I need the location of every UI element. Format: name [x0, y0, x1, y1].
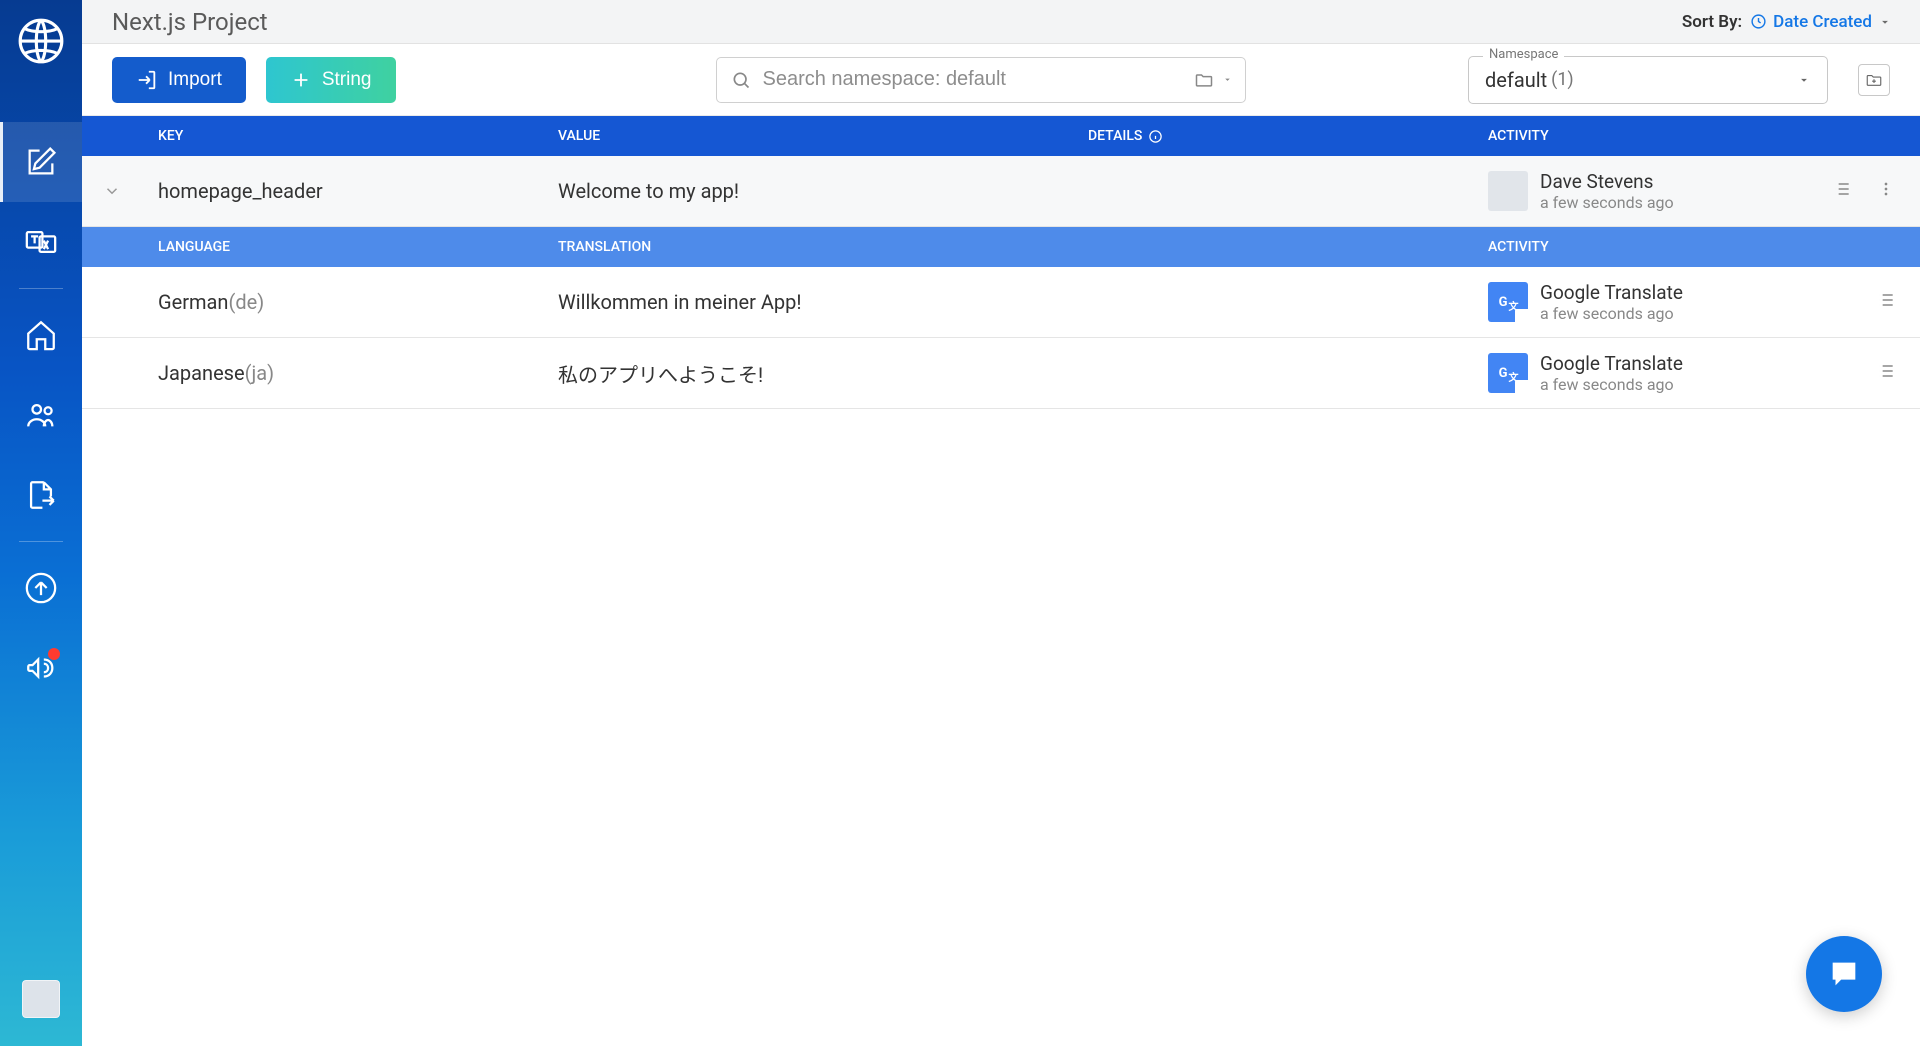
row-actions — [1802, 267, 1920, 337]
activity-author: Dave Stevens — [1540, 170, 1674, 193]
more-menu[interactable] — [1876, 179, 1896, 204]
column-details[interactable]: DETAILS — [1072, 116, 1472, 156]
activity-time: a few seconds ago — [1540, 193, 1674, 212]
clock-icon — [1750, 13, 1767, 30]
caret-down-icon[interactable] — [1222, 74, 1233, 85]
sidebar-item-home[interactable] — [0, 295, 82, 375]
folder-icon[interactable] — [1194, 70, 1214, 90]
expand-toggle[interactable] — [82, 156, 142, 226]
page-header: Next.js Project Sort By: Date Created — [82, 0, 1920, 44]
sidebar-item-team[interactable] — [0, 375, 82, 455]
translation-subheader: LANGUAGE TRANSLATION ACTIVITY — [82, 227, 1920, 267]
activity-author: Google Translate — [1540, 352, 1683, 375]
strings-table: KEY VALUE DETAILS ACTIVITY homepage_head… — [82, 116, 1920, 1046]
sidebar-item-announcements[interactable] — [0, 628, 82, 708]
table-header: KEY VALUE DETAILS ACTIVITY — [82, 116, 1920, 156]
plus-icon — [290, 69, 312, 91]
list-icon[interactable] — [1832, 179, 1852, 204]
activity-author: Google Translate — [1540, 281, 1683, 304]
sidebar-item-edit[interactable] — [0, 122, 82, 202]
sidebar-divider — [19, 288, 63, 289]
chevron-down-icon — [103, 182, 121, 200]
search-namespace[interactable] — [716, 57, 1246, 103]
chat-icon — [1827, 957, 1861, 991]
add-string-button[interactable]: String — [266, 57, 396, 103]
column-activity[interactable]: ACTIVITY — [1472, 116, 1802, 156]
caret-down-icon — [1878, 15, 1892, 29]
sort-by-label: Sort By: — [1682, 12, 1742, 32]
namespace-select[interactable]: Namespace default (1) — [1468, 56, 1828, 104]
add-namespace-button[interactable] — [1858, 64, 1890, 96]
table-row: homepage_header Welcome to my app! Dave … — [82, 156, 1920, 227]
list-icon[interactable] — [1876, 361, 1896, 386]
project-title: Next.js Project — [112, 8, 268, 36]
activity-cell: Dave Stevens a few seconds ago — [1472, 156, 1802, 226]
app-logo[interactable] — [16, 16, 66, 66]
translation-row: German (de) Willkommen in meiner App! G文… — [82, 267, 1920, 338]
search-input[interactable] — [717, 58, 1194, 102]
activity-cell: G文 Google Translate a few seconds ago — [1472, 267, 1802, 337]
google-translate-icon: G文 — [1488, 353, 1528, 393]
import-button[interactable]: Import — [112, 57, 246, 103]
user-avatar-small — [1488, 171, 1528, 211]
notification-badge — [48, 648, 60, 660]
sort-by-value: Date Created — [1773, 12, 1872, 32]
sidebar-item-upload[interactable] — [0, 548, 82, 628]
details-cell — [1072, 156, 1472, 226]
row-actions — [1802, 338, 1920, 408]
subcolumn-activity: ACTIVITY — [1472, 227, 1802, 267]
column-value[interactable]: VALUE — [542, 116, 1072, 156]
sidebar-item-export[interactable] — [0, 455, 82, 535]
sidebar — [0, 0, 82, 1046]
search-icon — [731, 70, 751, 90]
sidebar-item-languages[interactable] — [0, 202, 82, 282]
value-cell[interactable]: Welcome to my app! — [542, 156, 1072, 226]
subcolumn-translation: TRANSLATION — [542, 227, 1472, 267]
namespace-count: (1) — [1551, 69, 1574, 90]
language-cell[interactable]: Japanese (ja) — [142, 338, 542, 408]
language-cell[interactable]: German (de) — [142, 267, 542, 337]
sort-by-dropdown[interactable]: Date Created — [1750, 12, 1892, 32]
translation-cell[interactable]: Willkommen in meiner App! — [542, 267, 1472, 337]
google-translate-icon: G文 — [1488, 282, 1528, 322]
user-avatar[interactable] — [22, 980, 60, 1018]
add-string-button-label: String — [322, 69, 372, 91]
column-key[interactable]: KEY — [142, 116, 542, 156]
sidebar-divider — [19, 541, 63, 542]
info-icon — [1148, 129, 1163, 144]
activity-time: a few seconds ago — [1540, 375, 1683, 394]
translation-cell[interactable]: 私のアプリへようこそ! — [542, 338, 1472, 408]
subcolumn-language: LANGUAGE — [142, 227, 542, 267]
folder-plus-icon — [1865, 71, 1883, 89]
caret-down-icon — [1797, 73, 1811, 87]
activity-time: a few seconds ago — [1540, 304, 1683, 323]
list-icon[interactable] — [1876, 290, 1896, 315]
key-cell[interactable]: homepage_header — [142, 156, 542, 226]
translation-row: Japanese (ja) 私のアプリへようこそ! G文 Google Tran… — [82, 338, 1920, 409]
activity-cell: G文 Google Translate a few seconds ago — [1472, 338, 1802, 408]
import-icon — [136, 69, 158, 91]
namespace-field-label: Namespace — [1483, 47, 1564, 62]
import-button-label: Import — [168, 69, 222, 91]
chat-button[interactable] — [1806, 936, 1882, 1012]
namespace-value: default — [1485, 68, 1547, 92]
row-actions — [1802, 156, 1920, 226]
toolbar: Import String Namespace default (1) — [82, 44, 1920, 116]
